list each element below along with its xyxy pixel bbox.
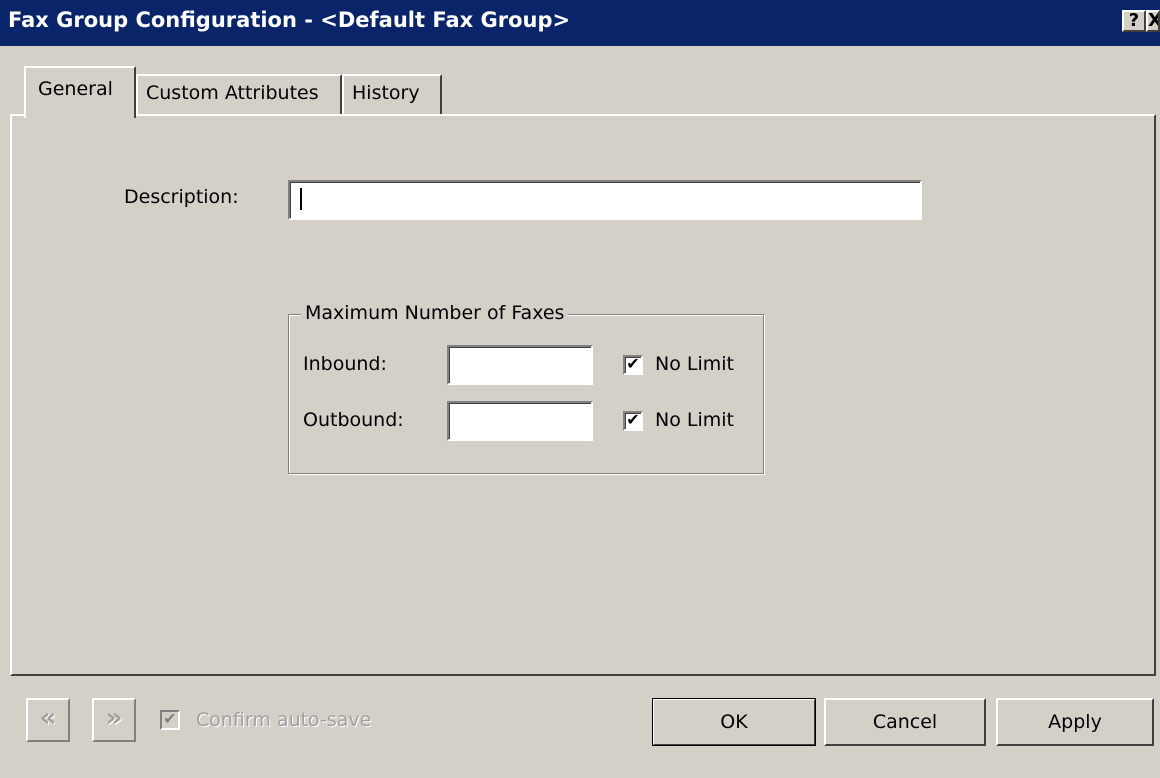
confirm-auto-save-label: Confirm auto-save (196, 709, 372, 731)
tab-general[interactable]: General (24, 66, 136, 118)
description-input[interactable] (288, 180, 922, 220)
help-icon: ? (1128, 10, 1140, 31)
previous-record-button[interactable]: « (26, 698, 70, 742)
confirm-auto-save-checkbox[interactable]: ✔ (160, 710, 180, 730)
outbound-no-limit-label: No Limit (655, 409, 734, 431)
apply-button[interactable]: Apply (996, 698, 1154, 746)
max-faxes-legend: Maximum Number of Faxes (301, 302, 569, 324)
cancel-button[interactable]: Cancel (824, 698, 986, 746)
tab-history-label: History (352, 82, 420, 104)
checkmark-icon: ✔ (626, 354, 640, 373)
tab-custom-attributes-label: Custom Attributes (146, 82, 319, 104)
close-button[interactable]: X (1146, 10, 1160, 32)
help-button[interactable]: ? (1122, 10, 1146, 32)
title-bar: Fax Group Configuration - <Default Fax G… (0, 0, 1160, 46)
max-faxes-group: Maximum Number of Faxes Inbound: ✔ No Li… (288, 302, 764, 474)
next-record-button[interactable]: » (92, 698, 136, 742)
close-icon: X (1148, 12, 1158, 30)
inbound-label: Inbound: (303, 353, 387, 375)
outbound-input[interactable] (447, 401, 593, 441)
general-tab-panel: Description: Maximum Number of Faxes Inb… (10, 114, 1156, 676)
inbound-no-limit-checkbox[interactable]: ✔ (623, 355, 643, 375)
fax-group-configuration-dialog: Fax Group Configuration - <Default Fax G… (0, 0, 1160, 778)
ok-button[interactable]: OK (652, 698, 816, 746)
double-chevron-left-icon: « (39, 703, 57, 733)
description-label: Description: (124, 186, 239, 208)
window-title: Fax Group Configuration - <Default Fax G… (8, 8, 571, 32)
outbound-no-limit-checkbox[interactable]: ✔ (623, 411, 643, 431)
tab-custom-attributes[interactable]: Custom Attributes (136, 74, 342, 114)
tab-general-label: General (38, 78, 113, 100)
inbound-no-limit-label: No Limit (655, 353, 734, 375)
outbound-label: Outbound: (303, 409, 404, 431)
checkmark-icon: ✔ (626, 410, 640, 429)
double-chevron-right-icon: » (105, 703, 123, 733)
text-caret (300, 188, 302, 210)
inbound-input[interactable] (447, 345, 593, 385)
checkmark-icon: ✔ (163, 709, 177, 728)
tab-history[interactable]: History (342, 74, 442, 114)
